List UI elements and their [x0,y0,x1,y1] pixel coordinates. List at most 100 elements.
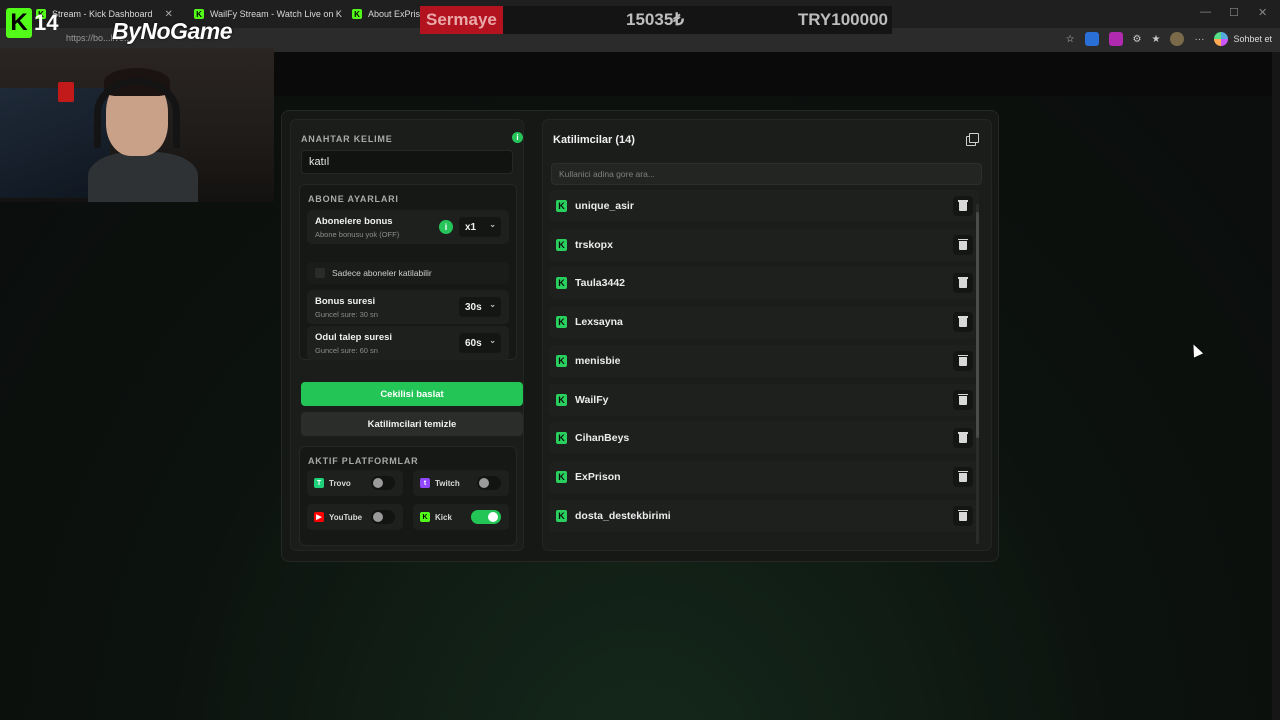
subscribers-only-checkbox[interactable] [315,268,325,278]
youtube-toggle[interactable] [371,510,395,524]
copy-icon[interactable] [965,132,979,146]
delete-icon[interactable] [953,505,973,526]
platform-name: Twitch [435,479,460,488]
page-header-strip [274,52,1280,96]
channel-logo: K 14 [6,8,58,38]
kick-toggle[interactable] [471,510,501,524]
participant-search-input[interactable] [551,163,982,185]
extension-icon[interactable] [1084,32,1099,46]
platform-name: Trovo [329,479,351,488]
participant-username: trskopx [575,238,613,251]
delete-icon[interactable] [953,196,973,216]
select-value: 30s [465,301,482,313]
checkbox-label: Sadece aboneler katilabilir [332,268,432,278]
close-window-icon[interactable]: ✕ [1258,6,1267,19]
info-icon[interactable]: i [439,220,453,234]
favorite-star-icon[interactable]: ☆ [1066,34,1075,45]
kick-icon: K [420,512,430,522]
ticker-balance: 15035₺ [626,10,685,29]
webcam-feed [0,48,274,202]
kick-favicon-icon: K [352,9,362,19]
delete-icon[interactable] [953,312,973,333]
select-value: 60s [465,337,482,349]
minimize-icon[interactable]: — [1200,6,1211,18]
kick-icon: K [556,509,567,522]
profile-avatar-icon[interactable] [1170,32,1185,46]
participant-username: Lexsayna [575,316,623,329]
kick-logo-icon: K [6,8,32,38]
setting-description: Abone bonusu yok (OFF) [315,230,400,239]
subscriber-settings-title: ABONE AYARLARI [308,194,399,204]
kick-icon: K [556,277,567,290]
platform-youtube: ▶ YouTube [307,504,403,530]
setting-description: Guncel sure: 30 sn [315,310,378,319]
participant-row: K Lexsayna [549,306,979,339]
mouse-cursor-icon [1188,342,1204,358]
delete-icon[interactable] [953,350,973,371]
giveaway-panel: ANAHTAR KELIME i ABONE AYARLARI Aboneler… [281,110,999,562]
participant-row: Ktrskopx [549,228,979,261]
toggle-knob [479,478,489,488]
info-icon[interactable]: i [512,132,523,143]
chevron-down-icon: ⌄ [489,336,496,345]
claim-duration-row: Odul talep suresi Guncel sure: 60 sn 60s… [307,326,509,360]
platform-twitch: t Twitch [413,470,509,496]
delete-icon[interactable] [953,389,973,410]
setting-name: Abonelere bonus [315,216,393,227]
bonus-multiplier-select[interactable]: x1 ⌄ [459,217,501,237]
active-platforms: AKTIF PLATFORMLAR T Trovo t Twitch ▶ You… [299,446,517,546]
delete-icon[interactable] [953,273,973,294]
participant-row: K WailFy [549,383,979,416]
bonus-duration-row: Bonus suresi Guncel sure: 30 sn 30s ⌄ [307,290,509,324]
kick-icon: K [556,316,567,329]
active-platforms-title: AKTIF PLATFORMLAR [308,456,419,466]
participant-username: dosta_destekbirimi [575,509,671,522]
scroll-thumb[interactable] [976,212,979,438]
tab-title: About ExPrison [368,9,426,19]
trovo-toggle[interactable] [371,476,395,490]
extension-icon[interactable] [1108,32,1123,46]
platform-name: YouTube [329,513,363,522]
delete-icon[interactable] [953,234,973,255]
subscriber-settings: ABONE AYARLARI Abonelere bonus Abone bon… [299,184,517,360]
subscribers-only-option[interactable]: Sadece aboneler katilabilir [307,262,509,284]
kick-icon: K [556,470,567,483]
platform-trovo: T Trovo [307,470,403,496]
clear-participants-button[interactable]: Katilimcilari temizle [301,412,523,436]
participant-username: CihanBeys [575,432,630,445]
participant-row: K CihanBeys [549,422,979,455]
youtube-icon: ▶ [314,512,324,522]
keyword-title: ANAHTAR KELIME [301,134,393,144]
keyword-input[interactable] [301,150,513,174]
favorites-icon[interactable]: ★ [1152,34,1161,45]
streamer-shirt [88,152,198,202]
twitch-toggle[interactable] [477,476,501,490]
participant-username: menisbie [575,354,621,367]
platform-kick: K Kick [413,504,509,530]
bonus-duration-select[interactable]: 30s ⌄ [459,297,501,317]
copilot-chat-button[interactable]: Sohbet et [1214,32,1272,46]
select-value: x1 [465,221,477,233]
delete-icon[interactable] [953,466,973,487]
browser-toolbar: ☆ ⚙ ★ ··· Sohbet et [1066,32,1272,46]
extensions-icon[interactable]: ⚙ [1133,34,1142,45]
claim-duration-select[interactable]: 60s ⌄ [459,333,501,353]
participant-list-scrollbar[interactable] [976,204,979,544]
toggle-knob [488,512,498,522]
start-giveaway-button[interactable]: Cekilisi baslat [301,382,523,406]
maximize-icon[interactable]: ☐ [1229,6,1239,19]
setting-description: Guncel sure: 60 sn [315,346,378,355]
more-menu-icon[interactable]: ··· [1194,34,1204,45]
copilot-icon [1214,32,1229,46]
participant-username: Taula3442 [575,277,626,290]
page-scrollbar[interactable] [1272,52,1280,720]
chevron-down-icon: ⌄ [489,220,496,229]
ticker-goal: TRY100000 [797,10,888,29]
twitch-icon: t [420,478,430,488]
delete-icon[interactable] [953,428,973,449]
ticker-label: Sermaye [420,6,503,34]
participant-row: K ExPrison [549,460,979,493]
browser-tab[interactable]: K About ExPrison [346,4,426,24]
kick-icon: K [556,354,567,367]
kick-icon: K [556,393,567,406]
